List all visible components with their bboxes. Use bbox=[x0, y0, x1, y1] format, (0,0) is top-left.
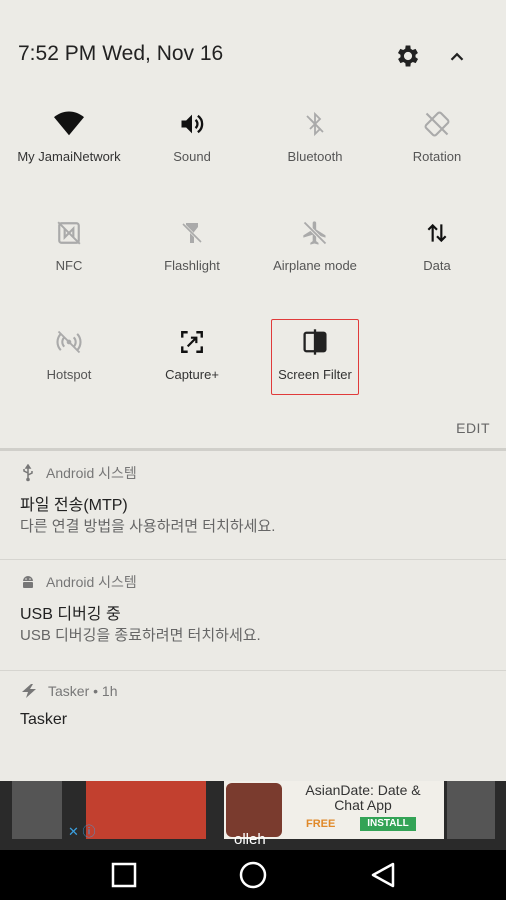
notification-header: Tasker • 1h bbox=[20, 683, 118, 699]
tile-label: Sound bbox=[173, 149, 211, 164]
volume-icon bbox=[132, 106, 252, 142]
tile-sound[interactable]: Sound bbox=[132, 106, 252, 164]
header-datetime: 7:52 PM Wed, Nov 16 bbox=[18, 42, 223, 66]
collapse-chevron-up-icon[interactable] bbox=[446, 46, 468, 68]
settings-gear-icon[interactable] bbox=[394, 42, 422, 70]
notification-title: USB 디버깅 중 bbox=[20, 606, 121, 623]
tile-label: Capture+ bbox=[165, 367, 219, 382]
tile-label: NFC bbox=[55, 258, 83, 273]
notification-body: USB 디버깅을 종료하려면 터치하세요. bbox=[20, 627, 261, 644]
date: Wed, Nov 16 bbox=[102, 42, 224, 65]
tile-label: Flashlight bbox=[164, 258, 220, 273]
tile-rotation[interactable]: Rotation bbox=[377, 106, 497, 164]
edit-button[interactable]: EDIT bbox=[456, 420, 490, 436]
tasker-icon bbox=[22, 684, 36, 698]
tile-wifi[interactable]: My JamaiNetwork bbox=[9, 106, 129, 164]
navigation-bar bbox=[0, 850, 506, 900]
rotation-off-icon bbox=[377, 106, 497, 142]
tile-data[interactable]: Data bbox=[377, 215, 497, 273]
tile-capture[interactable]: Capture+ bbox=[132, 324, 252, 382]
tile-label: Data bbox=[423, 258, 451, 273]
wifi-icon bbox=[9, 106, 129, 142]
tile-bluetooth[interactable]: Bluetooth bbox=[255, 106, 375, 164]
tile-label: Hotspot bbox=[46, 367, 92, 382]
ad-image bbox=[447, 781, 495, 839]
tile-label: Airplane mode bbox=[273, 258, 357, 273]
ad-free-label: FREE bbox=[306, 818, 336, 830]
tile-airplane-mode[interactable]: Airplane mode bbox=[255, 215, 375, 273]
usb-icon bbox=[23, 464, 33, 482]
clock: 7:52 PM bbox=[18, 42, 97, 65]
recents-square-icon[interactable] bbox=[109, 860, 139, 890]
notification-app: Android 시스템 bbox=[46, 574, 137, 590]
notification-app: Android 시스템 bbox=[46, 465, 137, 481]
notification-usb-debugging[interactable]: Android 시스템 USB 디버깅 중 USB 디버깅을 종료하려면 터치하… bbox=[0, 560, 506, 670]
home-circle-icon[interactable] bbox=[238, 860, 268, 890]
carrier-label: olleh bbox=[234, 831, 266, 848]
ad-install-button[interactable]: INSTALL bbox=[360, 817, 416, 831]
notification-header: Android 시스템 bbox=[20, 572, 137, 592]
ad-banner[interactable]: AsianDate: Date & Chat App FREE INSTALL … bbox=[0, 781, 506, 850]
ad-image bbox=[12, 781, 62, 839]
ad-close-icon[interactable]: ✕ ⓘ bbox=[68, 821, 96, 840]
hotspot-off-icon bbox=[9, 324, 129, 360]
tile-nfc[interactable]: NFC bbox=[9, 215, 129, 273]
ad-image bbox=[86, 781, 206, 839]
tile-label: Rotation bbox=[412, 149, 462, 164]
tile-label: My JamaiNetwork bbox=[17, 149, 121, 164]
screen-filter-highlight bbox=[271, 319, 359, 395]
tile-hotspot[interactable]: Hotspot bbox=[9, 324, 129, 382]
back-triangle-icon[interactable] bbox=[368, 860, 398, 890]
flashlight-off-icon bbox=[132, 215, 252, 251]
notification-title: Tasker bbox=[20, 711, 68, 728]
tile-label: Bluetooth bbox=[287, 149, 343, 164]
bluetooth-off-icon bbox=[255, 106, 375, 142]
notification-app: Tasker • 1h bbox=[48, 683, 118, 699]
notification-tasker[interactable]: Tasker • 1h Tasker bbox=[0, 671, 506, 781]
nfc-off-icon bbox=[9, 215, 129, 251]
quick-settings-panel: 7:52 PM Wed, Nov 16 My JamaiNetwork Sound… bbox=[0, 0, 506, 448]
capture-icon bbox=[132, 324, 252, 360]
airplane-off-icon bbox=[255, 215, 375, 251]
ad-app-icon bbox=[226, 783, 282, 837]
notification-header: Android 시스템 bbox=[20, 463, 137, 483]
data-icon bbox=[377, 215, 497, 251]
ad-title: AsianDate: Date & Chat App bbox=[305, 782, 421, 813]
notification-title: 파일 전송(MTP) bbox=[20, 497, 128, 514]
android-icon bbox=[23, 576, 33, 588]
notification-body: 다른 연결 방법을 사용하려면 터치하세요. bbox=[20, 518, 276, 535]
notification-mtp[interactable]: Android 시스템 파일 전송(MTP) 다른 연결 방법을 사용하려면 터… bbox=[0, 451, 506, 559]
tile-flashlight[interactable]: Flashlight bbox=[132, 215, 252, 273]
